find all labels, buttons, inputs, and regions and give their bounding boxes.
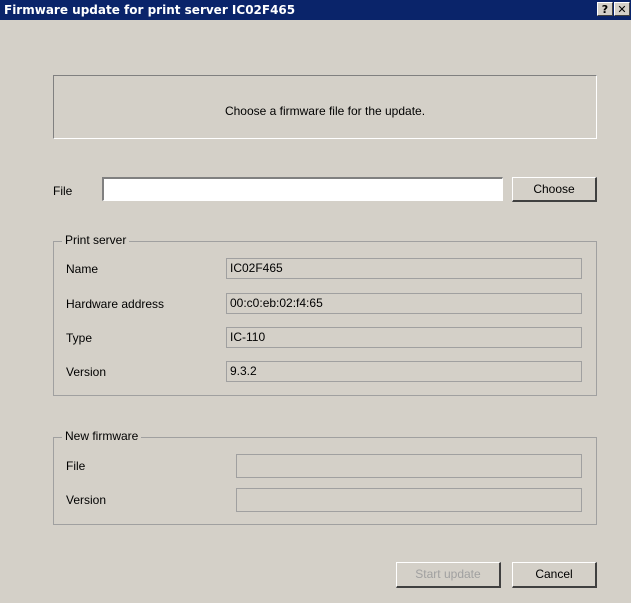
- firmware-update-dialog: Firmware update for print server IC02F46…: [0, 0, 631, 603]
- type-label: Type: [66, 331, 93, 345]
- start-update-button[interactable]: Start update: [396, 562, 501, 588]
- new-firmware-legend: New firmware: [62, 429, 142, 443]
- choose-button[interactable]: Choose: [512, 177, 597, 202]
- new-file-field: [236, 454, 582, 478]
- window-title: Firmware update for print server IC02F46…: [4, 3, 296, 17]
- info-panel: Choose a firmware file for the update.: [53, 75, 597, 139]
- print-server-group: Print server Name IC02F465 Hardware addr…: [53, 233, 597, 396]
- title-bar[interactable]: Firmware update for print server IC02F46…: [0, 0, 631, 20]
- name-field: IC02F465: [226, 258, 582, 279]
- new-file-label: File: [66, 459, 86, 473]
- new-firmware-group: New firmware File Version: [53, 429, 597, 525]
- file-path-input[interactable]: [102, 177, 503, 201]
- new-version-field: [236, 488, 582, 512]
- version-label: Version: [66, 365, 107, 379]
- print-server-legend: Print server: [62, 233, 130, 247]
- cancel-button[interactable]: Cancel: [512, 562, 597, 588]
- name-label: Name: [66, 262, 99, 276]
- hardware-address-label: Hardware address: [66, 297, 165, 311]
- new-version-label: Version: [66, 493, 107, 507]
- close-icon[interactable]: ✕: [614, 2, 630, 16]
- help-icon[interactable]: ?: [597, 2, 613, 16]
- hardware-address-field: 00:c0:eb:02:f4:65: [226, 293, 582, 314]
- version-field: 9.3.2: [226, 361, 582, 382]
- info-message: Choose a firmware file for the update.: [224, 104, 426, 118]
- type-field: IC-110: [226, 327, 582, 348]
- file-label: File: [53, 184, 73, 198]
